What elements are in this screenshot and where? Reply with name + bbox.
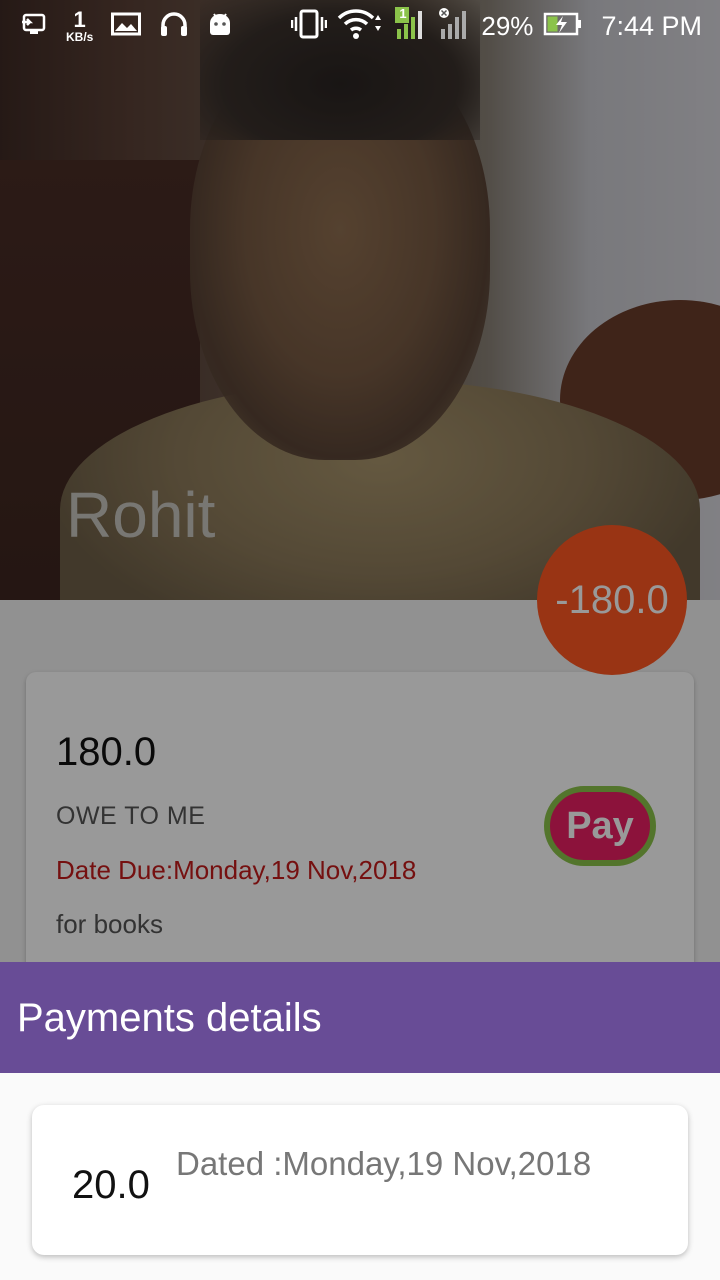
payments-sheet-header: Payments details [0, 962, 720, 1073]
wifi-icon [337, 8, 383, 45]
payment-item[interactable]: 20.0 Dated :Monday,19 Nov,2018 [32, 1105, 688, 1255]
cast-icon [22, 12, 48, 41]
payments-sheet: Payments details 20.0 Dated :Monday,19 N… [0, 962, 720, 1280]
android-icon [207, 11, 233, 42]
image-icon [111, 12, 142, 41]
signal-no-sim-icon [437, 7, 471, 46]
battery-charging-icon [543, 11, 583, 42]
signal-icon: 1 [393, 5, 427, 46]
battery-percent: 29% [481, 10, 534, 41]
sim1-label: 1 [399, 5, 407, 21]
payments-sheet-title: Payments details [17, 996, 322, 1040]
network-speed: 1 KB/s [66, 7, 94, 44]
status-bar: 1 KB/s 1 29% 7:44 PM [0, 0, 720, 52]
payment-amount: 20.0 [72, 1163, 150, 1207]
vibrate-icon [291, 9, 328, 44]
clock: 7:44 PM [601, 10, 702, 41]
scrim-overlay[interactable] [0, 0, 720, 962]
headset-icon [159, 11, 189, 42]
payment-date: Dated :Monday,19 Nov,2018 [176, 1145, 592, 1182]
